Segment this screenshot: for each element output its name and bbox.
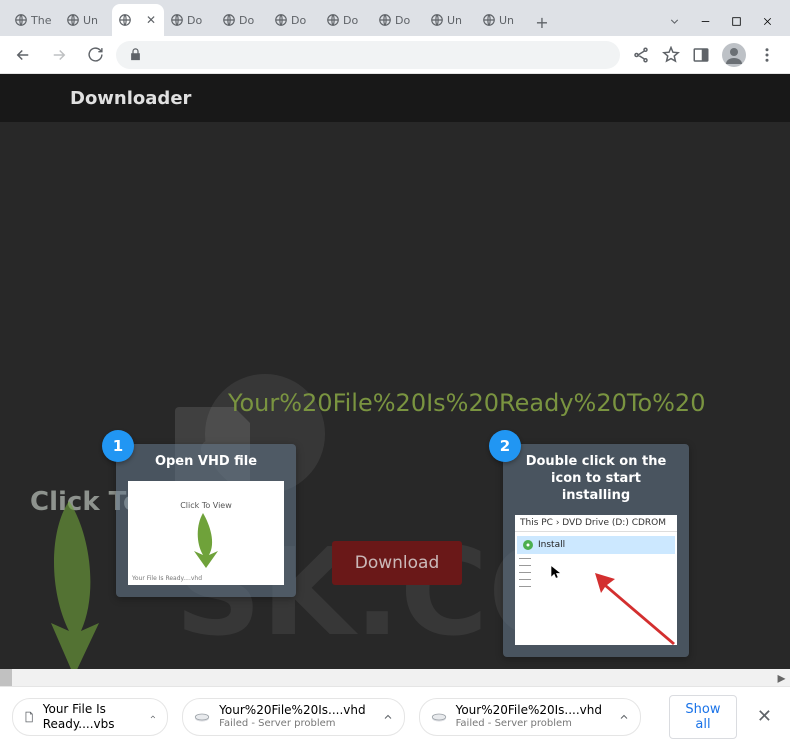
globe-icon [378, 13, 392, 27]
step-badge: 1 [102, 430, 134, 462]
toolbar-right [626, 43, 782, 67]
callout-title: Open VHD file [128, 454, 284, 471]
minimize-icon[interactable] [699, 15, 712, 28]
cursor-icon [549, 565, 563, 579]
globe-icon [326, 13, 340, 27]
browser-tab[interactable]: Do [268, 4, 320, 36]
close-downloads-icon[interactable]: ✕ [751, 706, 778, 727]
address-bar[interactable] [116, 41, 620, 69]
chevron-up-icon[interactable] [618, 711, 630, 723]
callout-image: Click To View Your File Is Ready....vhd [128, 481, 284, 585]
step-badge: 2 [489, 430, 521, 462]
titlebar: The Un ✕ Do Do Do Do Do Un Un + [0, 0, 790, 36]
forward-button[interactable] [44, 40, 74, 70]
reload-button[interactable] [80, 40, 110, 70]
browser-tab-active[interactable]: ✕ [112, 4, 164, 36]
site-title: Downloader [70, 88, 191, 109]
share-icon[interactable] [632, 46, 650, 64]
callout-title: Double click on the icon to start instal… [515, 454, 677, 505]
globe-icon [274, 13, 288, 27]
globe-icon [14, 13, 28, 27]
page-heading: Your%20File%20Is%20Ready%20To%20 [228, 389, 705, 417]
disk-file-icon [193, 707, 211, 727]
download-button[interactable]: Download [332, 541, 462, 585]
chevron-up-icon[interactable] [149, 711, 157, 723]
browser-toolbar [0, 36, 790, 74]
callout-step-2: 2 Double click on the icon to start inst… [503, 444, 689, 657]
globe-icon [118, 13, 132, 27]
disk-file-icon [430, 707, 448, 727]
window-controls [650, 15, 790, 36]
globe-icon [66, 13, 80, 27]
download-item[interactable]: Your File Is Ready....vbs [12, 698, 168, 736]
tab-strip: The Un ✕ Do Do Do Do Do Un Un + [8, 0, 650, 36]
scroll-right-button[interactable]: ▸ [773, 669, 790, 686]
globe-icon [430, 13, 444, 27]
download-item[interactable]: Your%20File%20Is....vhdFailed - Server p… [182, 698, 404, 736]
new-tab-button[interactable]: + [528, 8, 556, 36]
chevron-down-icon[interactable] [668, 15, 681, 28]
menu-icon[interactable] [758, 46, 776, 64]
maximize-icon[interactable] [730, 15, 743, 28]
browser-tab[interactable]: Do [216, 4, 268, 36]
browser-tab[interactable]: Un [476, 4, 528, 36]
star-icon[interactable] [662, 46, 680, 64]
browser-tab[interactable]: The [8, 4, 60, 36]
page-header: Downloader [0, 74, 790, 122]
globe-icon [170, 13, 184, 27]
close-icon[interactable] [761, 15, 774, 28]
callout-image: This PC › DVD Drive (D:) CDROM Install [515, 515, 677, 645]
callout-step-1: 1 Open VHD file Click To View Your File … [116, 444, 296, 597]
down-arrow-icon [186, 513, 226, 568]
script-file-icon [23, 707, 35, 727]
download-item[interactable]: Your%20File%20Is....vhdFailed - Server p… [419, 698, 641, 736]
chevron-up-icon[interactable] [382, 711, 394, 723]
profile-avatar[interactable] [722, 43, 746, 67]
globe-icon [222, 13, 236, 27]
lock-icon [128, 47, 143, 62]
panel-icon[interactable] [692, 46, 710, 64]
browser-tab[interactable]: Un [60, 4, 112, 36]
globe-icon [482, 13, 496, 27]
browser-tab[interactable]: Do [372, 4, 424, 36]
downloads-bar: Your File Is Ready....vbs Your%20File%20… [0, 686, 790, 746]
browser-tab[interactable]: Un [424, 4, 476, 36]
close-tab-icon[interactable]: ✕ [144, 13, 158, 27]
install-row: Install [517, 536, 675, 554]
scrollbar-thumb[interactable] [0, 669, 12, 686]
down-arrow-graphic [29, 501, 119, 669]
disc-icon [522, 539, 534, 551]
breadcrumb: This PC › DVD Drive (D:) CDROM [515, 515, 677, 532]
horizontal-scrollbar[interactable]: ▸ [0, 669, 790, 686]
show-all-button[interactable]: Show all [669, 695, 737, 739]
browser-tab[interactable]: Do [320, 4, 372, 36]
red-arrow-icon [587, 565, 677, 645]
browser-tab[interactable]: Do [164, 4, 216, 36]
back-button[interactable] [8, 40, 38, 70]
page-content: Downloader SK.COM Click To View Your%20F… [0, 74, 790, 669]
